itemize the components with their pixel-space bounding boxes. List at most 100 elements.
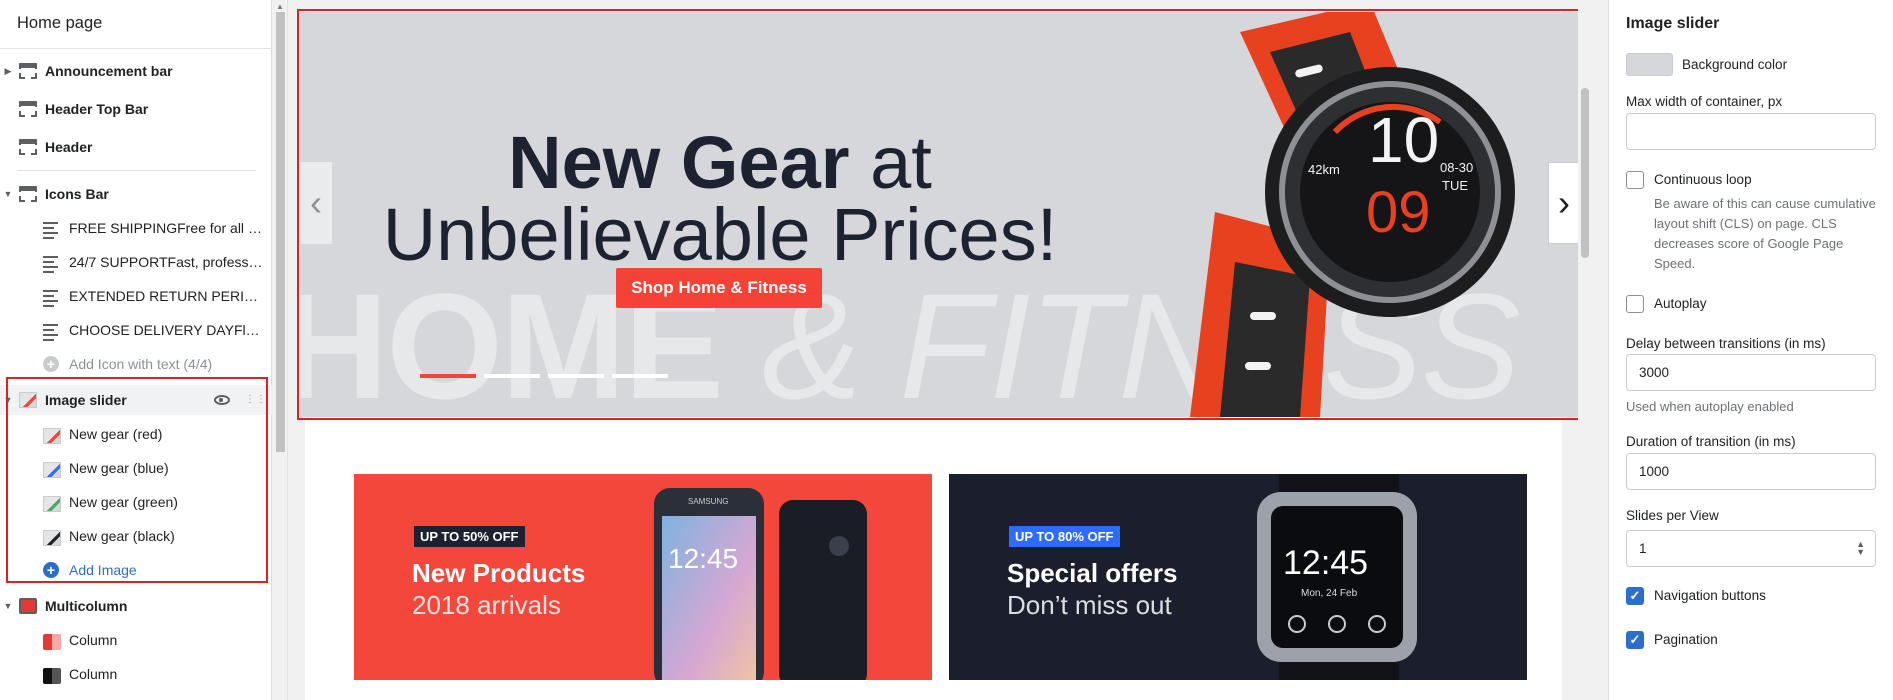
sidebar-block-slide[interactable]: New gear (green) <box>0 487 272 517</box>
slider-prev-button[interactable]: ‹ <box>300 162 332 244</box>
scrollbar-thumb[interactable] <box>1581 88 1589 258</box>
autoplay-label: Autoplay <box>1654 296 1707 311</box>
continuous-loop-help: Be aware of this can cause cumulative la… <box>1654 196 1876 271</box>
select-value: 1 <box>1639 541 1647 556</box>
image-slider-preview[interactable]: HOME & FITNESS New Gear at Unbelievable … <box>300 12 1580 417</box>
block-label: Column <box>69 632 118 648</box>
autoplay-checkbox[interactable] <box>1626 295 1644 313</box>
caret-down-icon[interactable]: ▼ <box>3 601 13 611</box>
promo-banner-special-offers[interactable]: UP TO 80% OFF Special offers Don’t miss … <box>949 474 1527 680</box>
max-width-input[interactable] <box>1626 113 1876 150</box>
banner-subtitle: Don’t miss out <box>1007 590 1172 620</box>
eye-icon[interactable] <box>214 395 230 405</box>
sidebar-section-header[interactable]: Header <box>0 132 272 162</box>
divider <box>0 48 272 49</box>
block-label: 24/7 SUPPORTFast, professio... <box>69 254 265 270</box>
section-sidebar: Home page ▶ Announcement bar Header Top … <box>0 0 272 700</box>
scrollbar-thumb[interactable] <box>276 12 285 452</box>
section-label: Image slider <box>45 392 127 408</box>
smartwatch-image: 12:45 Mon, 24 Feb <box>1257 474 1417 680</box>
sidebar-block-icon-text[interactable]: EXTENDED RETURN PERIOD3... <box>0 281 272 311</box>
sidebar-block-slide[interactable]: New gear (black) <box>0 521 272 551</box>
image-thumbnail <box>43 462 61 478</box>
section-icon <box>19 101 37 117</box>
background-color-label: Background color <box>1682 57 1788 72</box>
slides-per-view-label: Slides per View <box>1626 508 1719 523</box>
sidebar-block-icon-text[interactable]: CHOOSE DELIVERY DAYFlexib... <box>0 315 272 345</box>
sidebar-block-column[interactable]: Column <box>0 625 272 655</box>
caret-right-icon[interactable]: ▶ <box>3 66 13 77</box>
block-label: New gear (green) <box>69 494 178 510</box>
continuous-loop-checkbox[interactable] <box>1626 171 1644 189</box>
chevron-right-icon: › <box>1558 182 1570 223</box>
caret-down-icon[interactable]: ▼ <box>3 395 13 405</box>
pagination-dot[interactable] <box>484 374 540 378</box>
sidebar-block-slide[interactable]: New gear (blue) <box>0 453 272 483</box>
sidebar-block-icon-text[interactable]: FREE SHIPPINGFree for all ord... <box>0 213 272 243</box>
slides-per-view-select[interactable]: 1 ▲ ▼ <box>1626 530 1876 567</box>
drag-handle-icon[interactable]: ⋮⋮ <box>245 395 266 405</box>
banner-title: Special offers <box>1007 558 1178 588</box>
slider-next-button[interactable]: › <box>1548 162 1580 244</box>
smartwatch-image: 10 09 42km 08-30 TUE <box>1190 12 1515 417</box>
banner-subtitle: 2018 arrivals <box>412 590 561 620</box>
banner-watch-date: Mon, 24 Feb <box>1301 588 1358 599</box>
section-label: Announcement bar <box>45 63 173 79</box>
add-icon-with-text-button[interactable]: + Add Icon with text (4/4) <box>0 349 272 379</box>
plus-circle-icon: + <box>43 356 59 372</box>
section-icon <box>19 139 37 155</box>
section-icon <box>19 63 37 79</box>
scroll-up-icon[interactable]: ▲ <box>276 2 284 11</box>
text-lines-icon <box>43 222 58 239</box>
image-thumbnail <box>43 530 61 546</box>
banner-title: New Products <box>412 558 586 588</box>
slider-pagination[interactable] <box>420 374 668 378</box>
sidebar-section-image-slider[interactable]: ▼ Image slider ⋮⋮ <box>0 385 272 415</box>
sidebar-section-multicolumn[interactable]: ▼ Multicolumn <box>0 591 272 621</box>
settings-title: Image slider <box>1626 15 1720 32</box>
sidebar-section-announcement-bar[interactable]: ▶ Announcement bar <box>0 56 272 86</box>
slider-headline-line2: Unbelievable Prices! <box>382 193 1058 276</box>
section-label: Icons Bar <box>45 186 109 202</box>
block-label: New gear (black) <box>69 528 175 544</box>
add-image-button[interactable]: + Add Image <box>0 555 272 585</box>
shop-home-fitness-button[interactable]: Shop Home & Fitness <box>616 268 822 308</box>
promo-banner-new-products[interactable]: UP TO 50% OFF New Products 2018 arrivals… <box>354 474 932 680</box>
caret-down-icon[interactable]: ▼ <box>3 189 13 199</box>
watch-day-text: TUE <box>1442 178 1468 193</box>
banner-badge: UP TO 50% OFF <box>414 526 525 547</box>
pagination-dot[interactable] <box>420 374 476 378</box>
sidebar-block-icon-text[interactable]: 24/7 SUPPORTFast, professio... <box>0 247 272 277</box>
block-label: CHOOSE DELIVERY DAYFlexib... <box>69 322 265 338</box>
sidebar-section-icons-bar[interactable]: ▼ Icons Bar <box>0 179 272 209</box>
watch-date-text: 08-30 <box>1440 160 1473 175</box>
navigation-buttons-label: Navigation buttons <box>1654 588 1766 603</box>
smartphones-image: 12:45 SAMSUNG <box>654 488 867 680</box>
delay-input[interactable]: 3000 <box>1626 354 1876 391</box>
navigation-buttons-checkbox[interactable]: ✓ <box>1626 587 1644 605</box>
divider <box>17 170 256 171</box>
add-label: Add Icon with text (4/4) <box>69 356 213 372</box>
duration-input[interactable]: 1000 <box>1626 453 1876 490</box>
banner-watch-time: 12:45 <box>1283 544 1368 582</box>
background-color-swatch[interactable] <box>1626 53 1673 76</box>
select-arrows-icon: ▲ ▼ <box>1856 539 1865 557</box>
block-label: New gear (red) <box>69 426 163 442</box>
image-thumbnail <box>43 428 61 444</box>
sidebar-block-column[interactable]: Column <box>0 659 272 689</box>
image-thumbnail <box>43 668 61 684</box>
preview-scrollbar[interactable] <box>1578 0 1592 700</box>
watch-minute-text: 09 <box>1366 180 1431 245</box>
pagination-checkbox[interactable]: ✓ <box>1626 631 1644 649</box>
sidebar-block-slide[interactable]: New gear (red) <box>0 419 272 449</box>
pagination-dot[interactable] <box>612 374 668 378</box>
sidebar-scrollbar[interactable]: ▲ <box>272 0 288 700</box>
text-lines-icon <box>43 256 58 273</box>
sidebar-section-header-top-bar[interactable]: Header Top Bar <box>0 94 272 124</box>
pagination-dot[interactable] <box>548 374 604 378</box>
multicolumn-icon <box>19 598 37 614</box>
block-label: FREE SHIPPINGFree for all ord... <box>69 220 265 236</box>
chevron-left-icon: ‹ <box>310 182 322 223</box>
delay-help: Used when autoplay enabled <box>1626 399 1794 414</box>
block-label: Column <box>69 666 118 682</box>
